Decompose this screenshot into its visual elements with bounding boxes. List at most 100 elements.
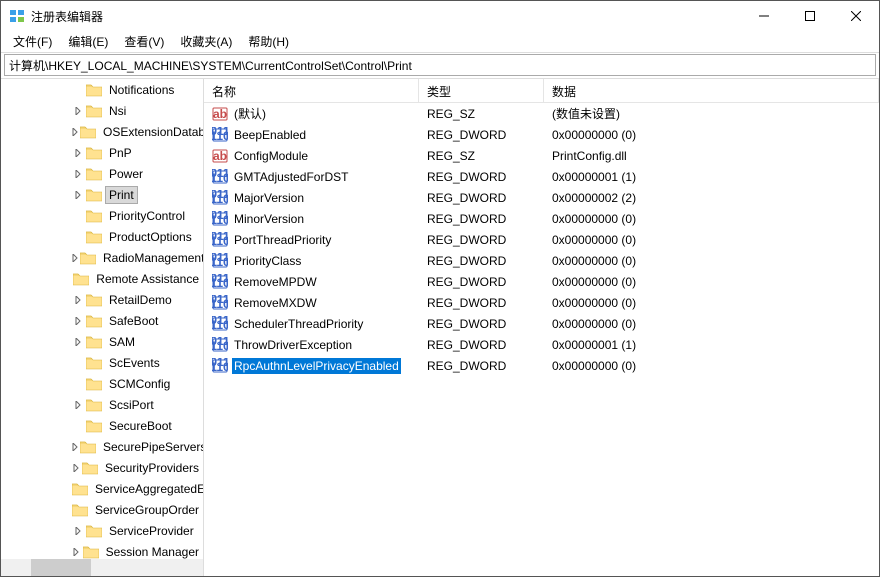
tree-item[interactable]: ScsiPort bbox=[1, 394, 203, 415]
value-row[interactable]: 011110RpcAuthnLevelPrivacyEnabledREG_DWO… bbox=[204, 355, 879, 376]
folder-icon bbox=[72, 503, 88, 517]
value-row[interactable]: ab(默认)REG_SZ(数值未设置) bbox=[204, 103, 879, 124]
address-bar[interactable]: 计算机\HKEY_LOCAL_MACHINE\SYSTEM\CurrentCon… bbox=[4, 54, 876, 76]
values-pane[interactable]: 名称 类型 数据 ab(默认)REG_SZ(数值未设置) 011110 BeepEn… bbox=[204, 79, 879, 576]
value-name: SchedulerThreadPriority bbox=[232, 316, 365, 332]
tree-item[interactable]: ServiceProvider bbox=[1, 520, 203, 541]
tree-expander-icon[interactable] bbox=[71, 338, 85, 346]
value-row[interactable]: 011110GMTAdjustedForDSTREG_DWORD0x000000… bbox=[204, 166, 879, 187]
tree-expander-icon[interactable] bbox=[71, 170, 85, 178]
tree-item[interactable]: RadioManagement bbox=[1, 247, 203, 268]
folder-icon bbox=[83, 545, 99, 559]
folder-icon bbox=[86, 167, 102, 181]
tree-item[interactable]: SCMConfig bbox=[1, 373, 203, 394]
tree-item[interactable]: ServiceGroupOrder bbox=[1, 499, 203, 520]
tree-item[interactable]: SecurityProviders bbox=[1, 457, 203, 478]
tree-expander-icon[interactable] bbox=[71, 401, 85, 409]
tree-item[interactable]: Power bbox=[1, 163, 203, 184]
scrollbar-thumb[interactable] bbox=[31, 559, 91, 576]
tree-item-label: ProductOptions bbox=[105, 228, 196, 246]
menu-favorites[interactable]: 收藏夹(A) bbox=[172, 31, 240, 52]
close-button[interactable] bbox=[833, 1, 879, 31]
tree-expander-icon[interactable] bbox=[71, 254, 79, 262]
tree-item[interactable]: PriorityControl bbox=[1, 205, 203, 226]
value-row[interactable]: 011110RemoveMPDWREG_DWORD0x00000000 (0) bbox=[204, 271, 879, 292]
binary-value-icon: 011110 bbox=[212, 169, 228, 185]
tree-expander-icon[interactable] bbox=[71, 149, 85, 157]
minimize-button[interactable] bbox=[741, 1, 787, 31]
tree-item[interactable]: ProductOptions bbox=[1, 226, 203, 247]
tree-expander-icon[interactable] bbox=[71, 128, 79, 136]
tree-expander-icon[interactable] bbox=[71, 107, 85, 115]
value-data: 0x00000002 (2) bbox=[544, 191, 879, 205]
column-header-type[interactable]: 类型 bbox=[419, 79, 544, 102]
folder-icon bbox=[86, 377, 102, 391]
folder-icon bbox=[86, 293, 102, 307]
tree-item[interactable]: SAM bbox=[1, 331, 203, 352]
tree-expander-icon[interactable] bbox=[71, 191, 85, 199]
value-type: REG_DWORD bbox=[419, 254, 544, 268]
tree-item[interactable]: SecurePipeServers bbox=[1, 436, 203, 457]
tree-item[interactable]: PnP bbox=[1, 142, 203, 163]
tree-expander-icon[interactable] bbox=[71, 527, 85, 535]
value-row[interactable]: 011110RemoveMXDWREG_DWORD0x00000000 (0) bbox=[204, 292, 879, 313]
svg-text:110: 110 bbox=[212, 171, 228, 185]
tree-item[interactable]: ScEvents bbox=[1, 352, 203, 373]
tree-item-label: PnP bbox=[105, 144, 136, 162]
tree-item[interactable]: Session Manager bbox=[1, 541, 203, 559]
menu-edit[interactable]: 编辑(E) bbox=[60, 31, 116, 52]
value-row[interactable]: 011110PriorityClassREG_DWORD0x00000000 (… bbox=[204, 250, 879, 271]
tree-item[interactable]: ServiceAggregatedEvents bbox=[1, 478, 203, 499]
binary-value-icon: 011110 bbox=[212, 295, 228, 311]
tree-expander-icon[interactable] bbox=[71, 443, 79, 451]
value-type: REG_DWORD bbox=[419, 170, 544, 184]
column-header-data[interactable]: 数据 bbox=[544, 79, 879, 102]
tree-item[interactable]: Notifications bbox=[1, 79, 203, 100]
tree-expander-icon[interactable] bbox=[71, 317, 85, 325]
tree-expander-icon[interactable] bbox=[71, 464, 81, 472]
menu-view[interactable]: 查看(V) bbox=[116, 31, 172, 52]
menu-help[interactable]: 帮助(H) bbox=[240, 31, 297, 52]
value-type: REG_DWORD bbox=[419, 191, 544, 205]
tree-item[interactable]: Remote Assistance bbox=[1, 268, 203, 289]
titlebar[interactable]: 注册表编辑器 bbox=[1, 1, 879, 31]
value-row[interactable]: 011110MinorVersionREG_DWORD0x00000000 (0… bbox=[204, 208, 879, 229]
tree-item-label: ServiceGroupOrder bbox=[91, 501, 203, 519]
svg-text:110: 110 bbox=[212, 129, 228, 143]
tree-item[interactable]: Print bbox=[1, 184, 203, 205]
tree-expander-icon[interactable] bbox=[71, 296, 85, 304]
tree-item[interactable]: SecureBoot bbox=[1, 415, 203, 436]
tree-item-label: Print bbox=[105, 186, 138, 204]
value-type: REG_DWORD bbox=[419, 359, 544, 373]
value-type: REG_DWORD bbox=[419, 212, 544, 226]
tree-pane[interactable]: NotificationsNsi OSExtensionDatabase PnPPo… bbox=[1, 79, 204, 576]
value-row[interactable]: 011110ThrowDriverExceptionREG_DWORD0x000… bbox=[204, 334, 879, 355]
maximize-button[interactable] bbox=[787, 1, 833, 31]
tree-item-label: RadioManagement bbox=[99, 249, 203, 267]
folder-icon bbox=[86, 524, 102, 538]
column-header-name[interactable]: 名称 bbox=[204, 79, 419, 102]
menu-file[interactable]: 文件(F) bbox=[5, 31, 60, 52]
value-row[interactable]: 011110PortThreadPriorityREG_DWORD0x00000… bbox=[204, 229, 879, 250]
value-name: BeepEnabled bbox=[232, 127, 308, 143]
value-type: REG_DWORD bbox=[419, 338, 544, 352]
tree-item[interactable]: RetailDemo bbox=[1, 289, 203, 310]
tree-item[interactable]: OSExtensionDatabase bbox=[1, 121, 203, 142]
folder-icon bbox=[80, 251, 96, 265]
folder-icon bbox=[86, 83, 102, 97]
value-row[interactable]: abConfigModuleREG_SZPrintConfig.dll bbox=[204, 145, 879, 166]
tree-expander-icon[interactable] bbox=[71, 548, 82, 556]
folder-icon bbox=[86, 419, 102, 433]
value-row[interactable]: 011110BeepEnabledREG_DWORD0x00000000 (0) bbox=[204, 124, 879, 145]
tree-item-label: Remote Assistance bbox=[92, 270, 203, 288]
value-type: REG_DWORD bbox=[419, 317, 544, 331]
folder-icon bbox=[73, 272, 89, 286]
value-row[interactable]: 011110SchedulerThreadPriorityREG_DWORD0x… bbox=[204, 313, 879, 334]
tree-item[interactable]: Nsi bbox=[1, 100, 203, 121]
tree-item[interactable]: SafeBoot bbox=[1, 310, 203, 331]
binary-value-icon: 011110 bbox=[212, 232, 228, 248]
tree-item-label: OSExtensionDatabase bbox=[99, 123, 203, 141]
tree-horizontal-scrollbar[interactable] bbox=[1, 559, 203, 576]
value-data: 0x00000001 (1) bbox=[544, 170, 879, 184]
value-row[interactable]: 011110MajorVersionREG_DWORD0x00000002 (2… bbox=[204, 187, 879, 208]
